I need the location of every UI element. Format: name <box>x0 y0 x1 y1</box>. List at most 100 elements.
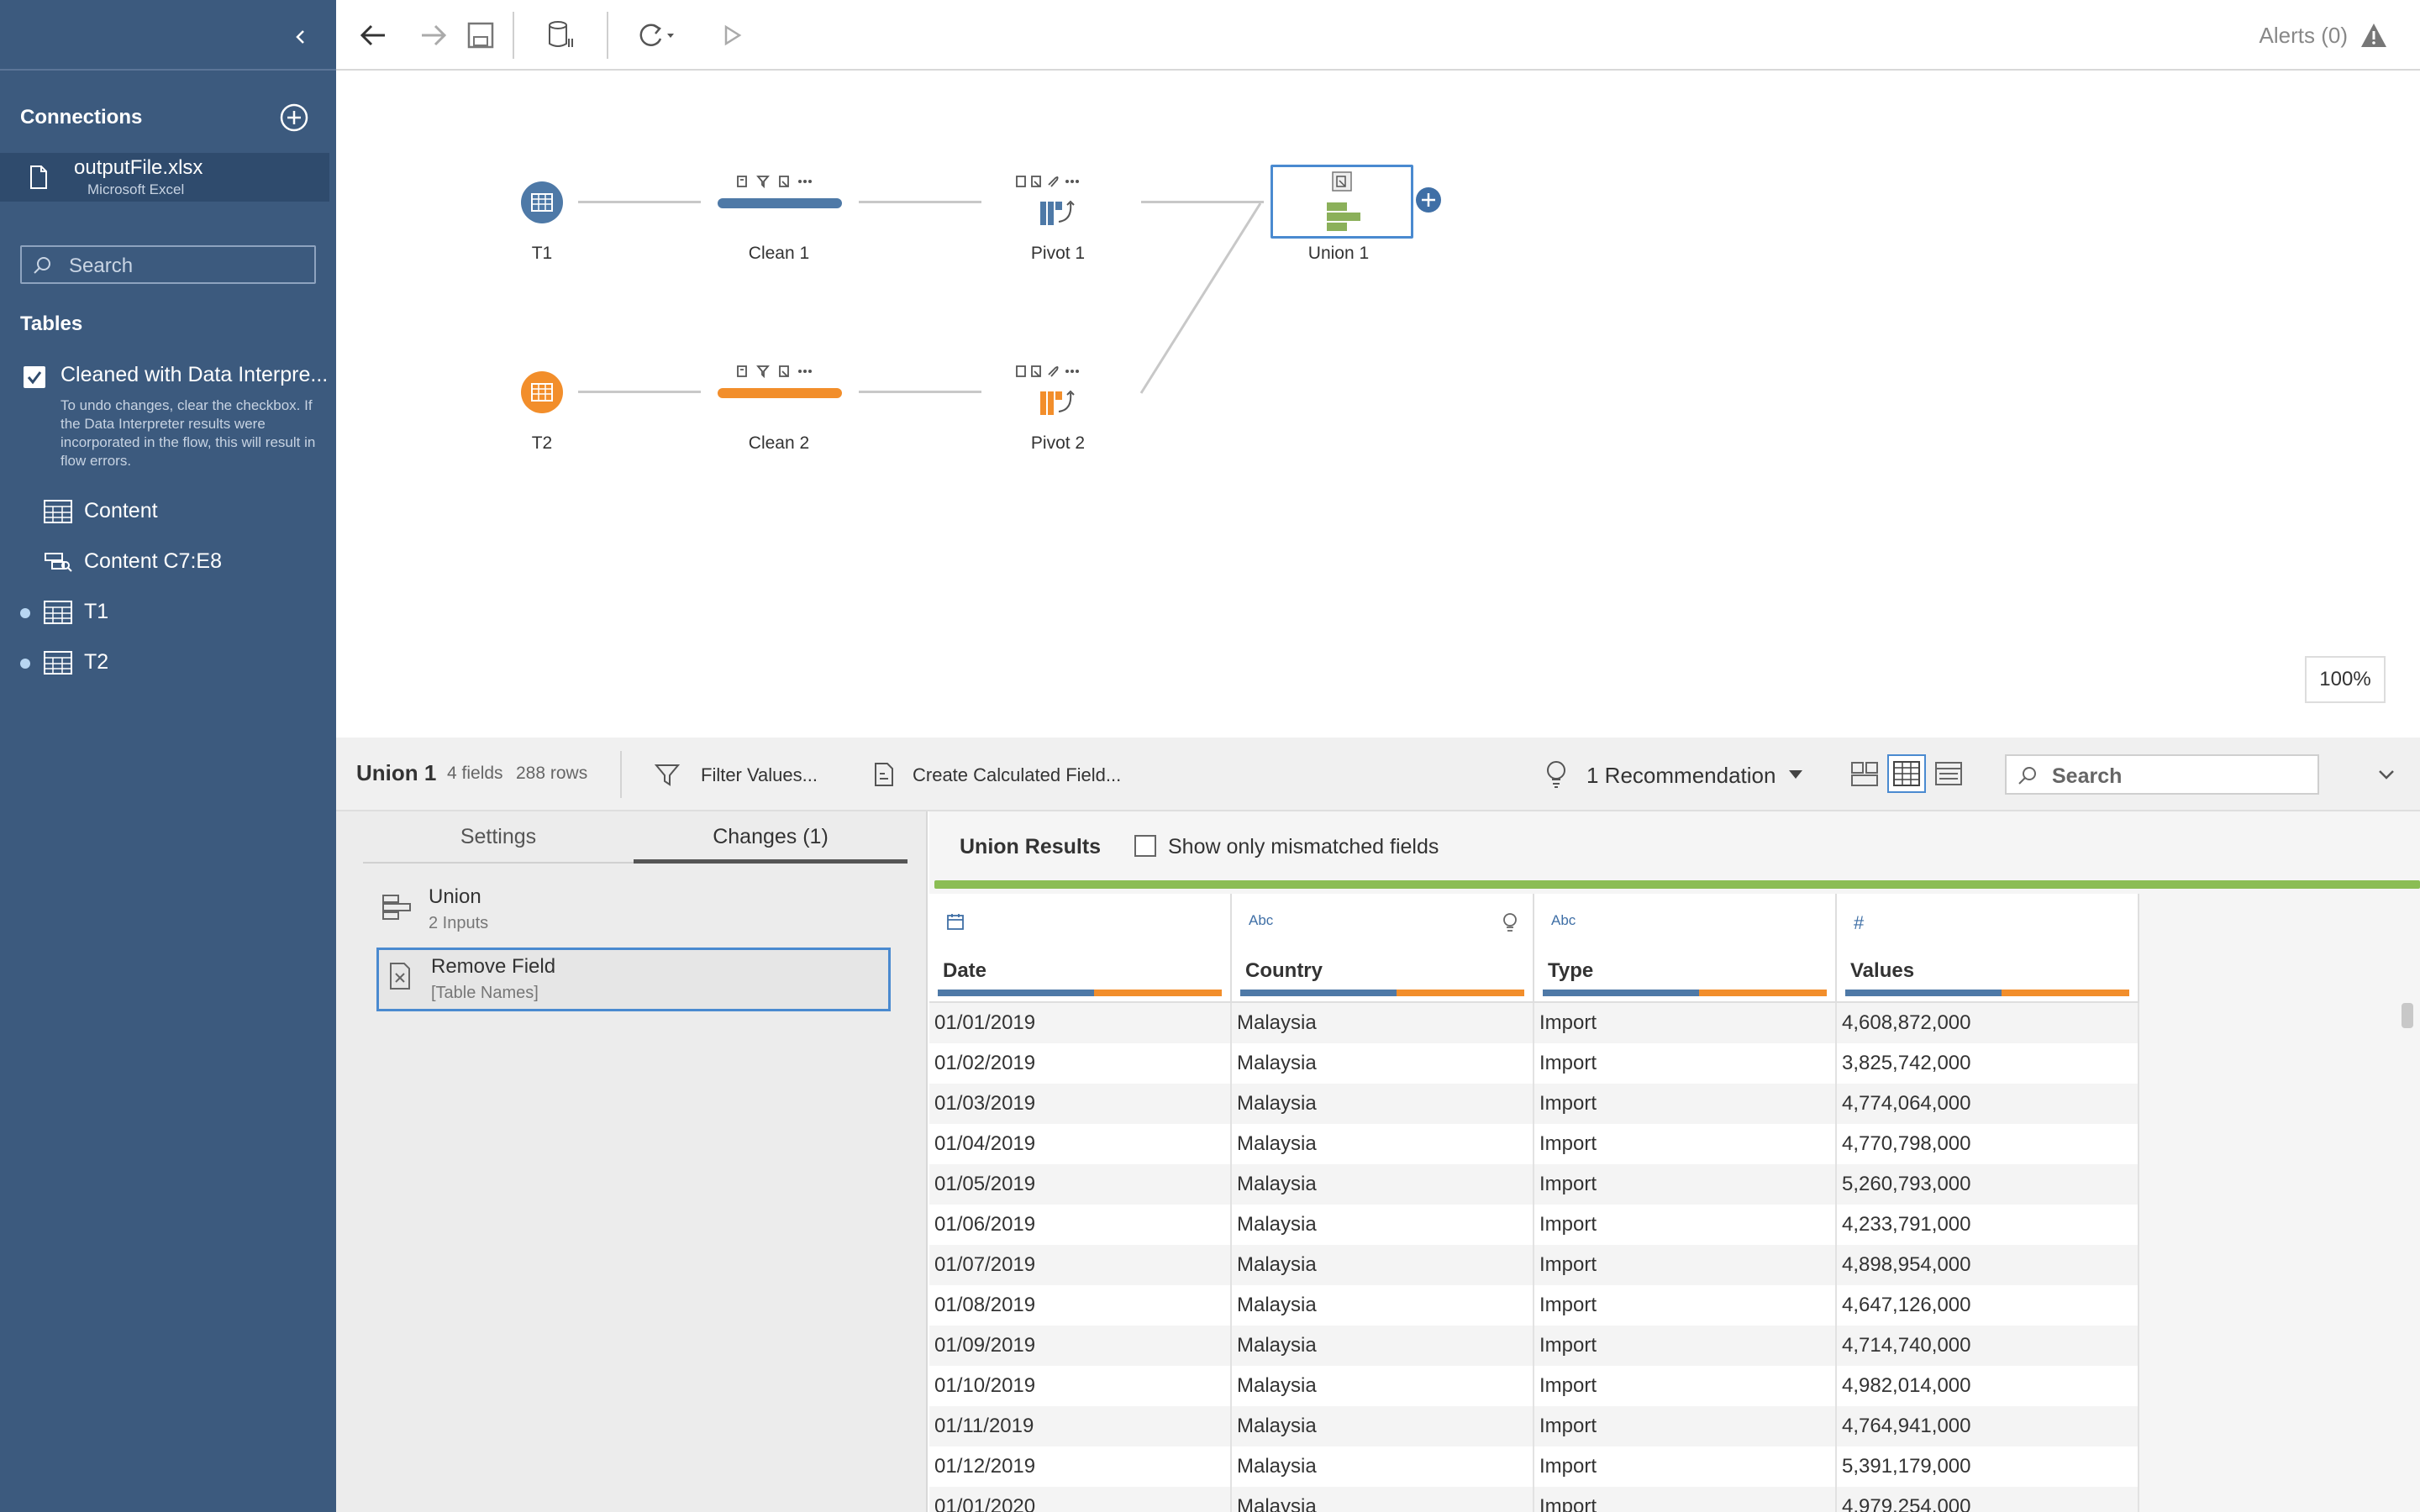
table-item-t2[interactable]: T2 <box>0 642 336 682</box>
table-cell[interactable]: 01/07/2019 <box>929 1245 1232 1285</box>
table-search-input[interactable]: Search <box>20 245 316 284</box>
filter-values-button[interactable]: Filter Values... <box>654 754 839 795</box>
table-cell[interactable]: Malaysia <box>1232 1446 1534 1487</box>
table-item-content-range[interactable]: Content C7:E8 <box>0 541 336 581</box>
table-cell[interactable]: 01/02/2019 <box>929 1043 1232 1084</box>
table-cell[interactable]: 4,764,941,000 <box>1837 1406 2139 1446</box>
list-view-icon[interactable] <box>1929 754 1968 793</box>
field-search-input[interactable]: Search <box>2005 754 2319 795</box>
flow-node-t1[interactable] <box>519 180 565 225</box>
flow-canvas[interactable]: T1 Clean 1 Pivot 1 Union 1 T2 Clean 2 Pi… <box>336 72 2420 738</box>
table-cell[interactable]: 01/09/2019 <box>929 1326 1232 1366</box>
flow-node-pivot1[interactable] <box>1008 171 1109 228</box>
profile-view-icon[interactable] <box>1845 754 1884 793</box>
mismatched-fields-label[interactable]: Show only mismatched fields <box>1168 835 1439 859</box>
refresh-icon[interactable] <box>634 17 687 54</box>
alerts-label[interactable]: Alerts (0) <box>2260 23 2348 49</box>
table-cell[interactable]: 5,260,793,000 <box>1837 1164 2139 1205</box>
table-cell[interactable]: Import <box>1534 1446 1837 1487</box>
table-cell[interactable]: 4,898,954,000 <box>1837 1245 2139 1285</box>
table-cell[interactable]: 4,233,791,000 <box>1837 1205 2139 1245</box>
table-cell[interactable]: Import <box>1534 1164 1837 1205</box>
table-cell[interactable]: 4,714,740,000 <box>1837 1326 2139 1366</box>
recommendations-dropdown[interactable]: 1 Recommendation <box>1543 754 1862 795</box>
column-header-date[interactable]: Date <box>929 894 1232 1001</box>
add-connection-icon[interactable] <box>277 101 311 134</box>
table-cell[interactable]: Malaysia <box>1232 1245 1534 1285</box>
table-cell[interactable]: Import <box>1534 1487 1837 1512</box>
table-cell[interactable]: 01/08/2019 <box>929 1285 1232 1326</box>
table-cell[interactable]: 3,825,742,000 <box>1837 1043 2139 1084</box>
tab-settings[interactable]: Settings <box>363 811 634 864</box>
table-cell[interactable]: 5,391,179,000 <box>1837 1446 2139 1487</box>
flow-node-pivot2[interactable] <box>1008 361 1109 418</box>
table-cell[interactable]: 01/05/2019 <box>929 1164 1232 1205</box>
column-header-values[interactable]: # Values <box>1837 894 2139 1001</box>
table-cell[interactable]: 01/01/2019 <box>929 1003 1232 1043</box>
zoom-level[interactable]: 100% <box>2305 656 2386 703</box>
table-cell[interactable]: Import <box>1534 1124 1837 1164</box>
table-cell[interactable]: Malaysia <box>1232 1285 1534 1326</box>
change-title: Remove Field <box>431 955 556 978</box>
change-item-remove-field[interactable]: Remove Field [Table Names] <box>376 948 891 1011</box>
table-cell[interactable]: Import <box>1534 1084 1837 1124</box>
table-cell[interactable]: 4,647,126,000 <box>1837 1285 2139 1326</box>
table-cell[interactable]: 4,982,014,000 <box>1837 1366 2139 1406</box>
tab-changes[interactable]: Changes (1) <box>634 811 908 864</box>
flow-node-t2[interactable] <box>519 370 565 415</box>
table-cell[interactable]: Import <box>1534 1043 1837 1084</box>
mismatched-fields-checkbox[interactable] <box>1134 835 1156 857</box>
lightbulb-icon[interactable] <box>1501 912 1519 934</box>
table-cell[interactable]: Malaysia <box>1232 1043 1534 1084</box>
back-icon[interactable] <box>355 17 392 54</box>
add-step-icon[interactable] <box>1415 186 1442 213</box>
data-source-icon[interactable] <box>541 17 578 54</box>
table-cell[interactable]: Import <box>1534 1366 1837 1406</box>
table-cell[interactable]: Malaysia <box>1232 1205 1534 1245</box>
data-interpreter-checkbox[interactable] <box>24 366 45 388</box>
table-cell[interactable]: Import <box>1534 1285 1837 1326</box>
table-cell[interactable]: Import <box>1534 1326 1837 1366</box>
forward-icon[interactable] <box>415 17 452 54</box>
grid-scrollbar[interactable] <box>2402 1003 2413 1028</box>
table-cell[interactable]: 4,979,254,000 <box>1837 1487 2139 1512</box>
chevron-down-icon[interactable] <box>2371 759 2402 790</box>
flow-node-clean2[interactable] <box>716 361 844 418</box>
table-cell[interactable]: Malaysia <box>1232 1164 1534 1205</box>
table-cell[interactable]: Import <box>1534 1245 1837 1285</box>
table-cell[interactable]: Malaysia <box>1232 1003 1534 1043</box>
table-cell[interactable]: 4,774,064,000 <box>1837 1084 2139 1124</box>
table-cell[interactable]: Malaysia <box>1232 1084 1534 1124</box>
table-item-content[interactable]: Content <box>0 491 336 531</box>
column-header-country[interactable]: Abc Country <box>1232 894 1534 1001</box>
flow-node-union1[interactable] <box>1270 165 1413 239</box>
create-calculated-field-button[interactable]: Create Calculated Field... <box>871 754 1139 795</box>
table-cell[interactable]: Malaysia <box>1232 1326 1534 1366</box>
table-cell[interactable]: 4,770,798,000 <box>1837 1124 2139 1164</box>
table-cell[interactable]: Import <box>1534 1205 1837 1245</box>
change-item-union[interactable]: Union 2 Inputs <box>376 880 891 944</box>
table-cell[interactable]: Malaysia <box>1232 1406 1534 1446</box>
table-item-t1[interactable]: T1 <box>0 591 336 632</box>
table-cell[interactable]: 01/10/2019 <box>929 1366 1232 1406</box>
data-grid-view-icon[interactable] <box>1887 754 1926 793</box>
flow-node-clean1[interactable] <box>716 171 844 228</box>
table-cell[interactable]: Malaysia <box>1232 1487 1534 1512</box>
save-icon[interactable] <box>462 17 499 54</box>
table-cell[interactable]: Malaysia <box>1232 1366 1534 1406</box>
table-cell[interactable]: 01/06/2019 <box>929 1205 1232 1245</box>
connection-item[interactable]: outputFile.xlsx Microsoft Excel <box>0 153 329 202</box>
run-icon[interactable] <box>713 17 750 54</box>
table-cell[interactable]: 01/11/2019 <box>929 1406 1232 1446</box>
table-cell[interactable]: 01/03/2019 <box>929 1084 1232 1124</box>
table-cell[interactable]: 01/12/2019 <box>929 1446 1232 1487</box>
table-cell[interactable]: Malaysia <box>1232 1124 1534 1164</box>
warning-icon[interactable] <box>2360 22 2388 49</box>
collapse-pane-icon[interactable] <box>286 22 316 52</box>
table-cell[interactable]: 01/01/2020 <box>929 1487 1232 1512</box>
column-header-type[interactable]: Abc Type <box>1534 894 1837 1001</box>
table-cell[interactable]: Import <box>1534 1003 1837 1043</box>
table-cell[interactable]: 4,608,872,000 <box>1837 1003 2139 1043</box>
table-cell[interactable]: 01/04/2019 <box>929 1124 1232 1164</box>
table-cell[interactable]: Import <box>1534 1406 1837 1446</box>
